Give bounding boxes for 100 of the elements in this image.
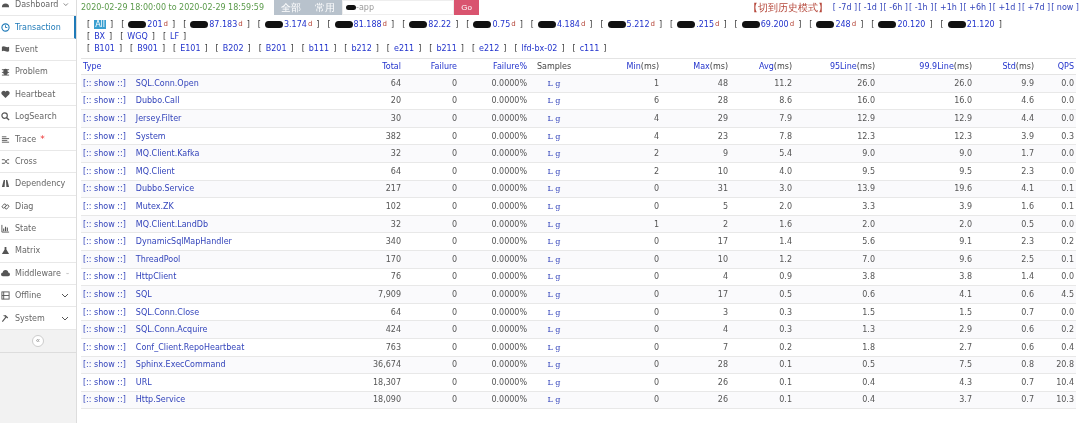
samples-link[interactable]: L g bbox=[547, 342, 561, 352]
sidebar-item[interactable]: Middleware bbox=[0, 262, 76, 286]
machine-link[interactable]: lfd-bx-02 bbox=[521, 43, 558, 53]
sort-link[interactable]: Std bbox=[1002, 62, 1016, 71]
show-link[interactable]: [:: show ::] bbox=[83, 184, 126, 194]
ip-link[interactable]: 81.188 bbox=[353, 19, 382, 29]
samples-link[interactable]: L g bbox=[547, 325, 561, 335]
ip-link[interactable]: 3.174 bbox=[284, 19, 307, 29]
machine-link[interactable]: B101 bbox=[94, 43, 115, 53]
sort-link[interactable]: Max bbox=[693, 62, 710, 71]
machine-link[interactable]: e212 bbox=[479, 43, 500, 53]
ip-link[interactable]: 82.22 bbox=[428, 19, 452, 29]
sort-link[interactable]: Failure% bbox=[493, 62, 527, 71]
ip-link[interactable]: 5.212 bbox=[626, 19, 650, 29]
machine-link[interactable]: e211 bbox=[394, 43, 415, 53]
show-link[interactable]: [:: show ::] bbox=[83, 201, 126, 211]
transaction-name-link[interactable]: Dubbo.Service bbox=[135, 184, 195, 194]
show-link[interactable]: [:: show ::] bbox=[83, 131, 126, 141]
samples-link[interactable]: L g bbox=[547, 149, 561, 159]
group-link[interactable]: BX bbox=[94, 31, 106, 41]
time-step-link[interactable]: [ +7d ] bbox=[1021, 3, 1051, 12]
show-link[interactable]: [:: show ::] bbox=[83, 149, 126, 159]
samples-link[interactable]: L g bbox=[547, 360, 561, 370]
ip-link[interactable]: .215 bbox=[696, 19, 714, 29]
sort-link[interactable]: Failure bbox=[430, 62, 457, 71]
machine-link[interactable]: B202 bbox=[222, 43, 244, 53]
sidebar-item[interactable]: Dependency bbox=[0, 173, 76, 196]
time-step-link[interactable]: [ -1h ] bbox=[908, 3, 934, 12]
samples-link[interactable]: L g bbox=[547, 289, 561, 299]
show-link[interactable]: [:: show ::] bbox=[83, 166, 126, 176]
sort-link[interactable]: 99.9Line bbox=[919, 62, 954, 71]
samples-link[interactable]: L g bbox=[547, 166, 561, 176]
transaction-name-link[interactable]: Mutex.ZK bbox=[135, 201, 174, 211]
sidebar-item[interactable]: Dashboard bbox=[0, 0, 76, 17]
show-link[interactable]: [:: show ::] bbox=[83, 395, 126, 405]
machine-link[interactable]: E101 bbox=[180, 43, 201, 53]
transaction-name-link[interactable]: SQL.Conn.Acquire bbox=[135, 325, 208, 335]
ip-link[interactable]: 0.75 bbox=[492, 19, 511, 29]
show-link[interactable]: [:: show ::] bbox=[83, 219, 126, 229]
time-step-link[interactable]: [ -7d ] bbox=[832, 3, 858, 12]
sort-link[interactable]: Avg bbox=[758, 62, 774, 71]
show-link[interactable]: [:: show ::] bbox=[83, 78, 126, 88]
time-step-link[interactable]: [ -1d ] bbox=[858, 3, 883, 12]
sort-link[interactable]: QPS bbox=[1057, 62, 1074, 71]
samples-link[interactable]: L g bbox=[547, 395, 561, 405]
transaction-name-link[interactable]: Dubbo.Call bbox=[135, 96, 180, 106]
group-link[interactable]: LF bbox=[170, 31, 180, 41]
sidebar-item[interactable]: Cross bbox=[0, 150, 76, 174]
samples-link[interactable]: L g bbox=[547, 254, 561, 264]
ip-link[interactable]: 21.120 bbox=[966, 19, 995, 29]
sort-link[interactable]: Total bbox=[382, 62, 401, 71]
transaction-name-link[interactable]: Jersey.Filter bbox=[135, 114, 182, 123]
transaction-name-link[interactable]: MQ.Client bbox=[135, 166, 175, 176]
group-link[interactable]: WGQ bbox=[127, 31, 148, 41]
show-link[interactable]: [:: show ::] bbox=[83, 325, 126, 335]
samples-link[interactable]: L g bbox=[547, 131, 561, 141]
sidebar-item[interactable]: Trace * bbox=[0, 128, 76, 151]
transaction-name-link[interactable]: DynamicSqlMapHandler bbox=[135, 237, 232, 247]
sidebar-item[interactable]: Transaction bbox=[0, 16, 76, 39]
sidebar-item[interactable]: Problem bbox=[0, 61, 76, 84]
machine-link[interactable]: B901 bbox=[137, 43, 158, 53]
machine-link[interactable]: b111 bbox=[308, 43, 330, 53]
machine-link[interactable]: b211 bbox=[436, 43, 457, 53]
sidebar-item[interactable]: System bbox=[0, 307, 76, 330]
transaction-name-link[interactable]: SQL.Conn.Close bbox=[135, 307, 200, 317]
time-step-link[interactable]: [ +1d ] bbox=[992, 3, 1021, 12]
show-link[interactable]: [:: show ::] bbox=[83, 307, 126, 317]
samples-link[interactable]: L g bbox=[547, 219, 561, 229]
machine-link[interactable]: B201 bbox=[265, 43, 287, 53]
show-link[interactable]: [:: show ::] bbox=[83, 254, 126, 264]
sidebar-item[interactable]: Diag bbox=[0, 195, 76, 218]
show-link[interactable]: [:: show ::] bbox=[83, 272, 126, 282]
ip-link[interactable]: 87.183 bbox=[209, 19, 238, 29]
sort-link[interactable]: Min bbox=[626, 62, 641, 71]
show-link[interactable]: [:: show ::] bbox=[83, 342, 126, 352]
transaction-name-link[interactable]: SQL bbox=[135, 289, 152, 299]
transaction-name-link[interactable]: MQ.Client.LandDb bbox=[135, 219, 208, 229]
transaction-name-link[interactable]: Conf_Client.RepoHeartbeat bbox=[135, 342, 245, 352]
sidebar-item[interactable]: Heartbeat bbox=[0, 83, 76, 106]
transaction-name-link[interactable]: MQ.Client.Kafka bbox=[135, 149, 200, 159]
samples-link[interactable]: L g bbox=[547, 377, 561, 387]
sidebar-item[interactable]: LogSearch bbox=[0, 105, 76, 129]
samples-link[interactable]: L g bbox=[547, 114, 561, 123]
show-link[interactable]: [:: show ::] bbox=[83, 377, 126, 387]
samples-link[interactable]: L g bbox=[547, 96, 561, 106]
ip-link[interactable]: 20.120 bbox=[897, 19, 926, 29]
sort-link[interactable]: Type bbox=[83, 62, 102, 71]
sort-link[interactable]: 95Line bbox=[829, 62, 857, 71]
go-button[interactable]: Go bbox=[454, 0, 480, 15]
samples-link[interactable]: L g bbox=[547, 78, 561, 88]
transaction-name-link[interactable]: System bbox=[135, 131, 166, 141]
show-link[interactable]: [:: show ::] bbox=[83, 289, 126, 299]
show-link[interactable]: [:: show ::] bbox=[83, 114, 126, 123]
sidebar-item[interactable]: Offline bbox=[0, 285, 76, 308]
time-step-link[interactable]: [ +1h ] bbox=[934, 3, 963, 12]
time-step-link[interactable]: [ +6h ] bbox=[963, 3, 992, 12]
samples-link[interactable]: L g bbox=[547, 237, 561, 247]
sidebar-item[interactable]: State bbox=[0, 217, 76, 241]
machine-link[interactable]: b212 bbox=[351, 43, 372, 53]
samples-link[interactable]: L g bbox=[547, 201, 561, 211]
